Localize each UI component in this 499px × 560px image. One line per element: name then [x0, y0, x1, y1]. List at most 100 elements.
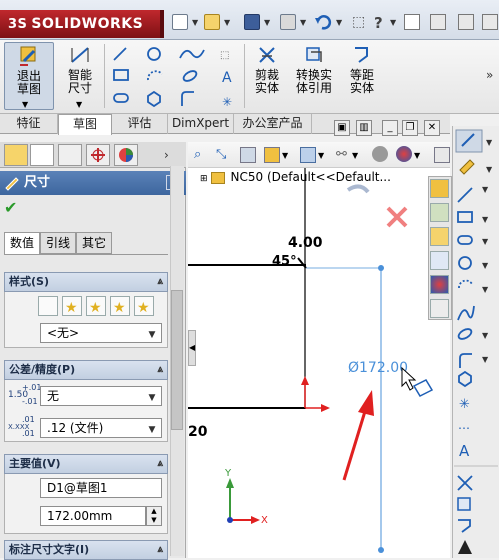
- chevron-down-icon[interactable]: ▼: [482, 215, 489, 224]
- dimxpert-manager-tab-icon[interactable]: [86, 144, 110, 166]
- style-group-header[interactable]: 样式(S) ⩓: [4, 272, 168, 292]
- ok-check-icon[interactable]: ✔: [4, 198, 17, 217]
- chevron-down-icon[interactable]: ▼: [318, 151, 324, 160]
- undo-icon[interactable]: [314, 13, 332, 31]
- primary-value-group-header[interactable]: 主要值(V) ⩓: [4, 454, 168, 474]
- save-style-icon[interactable]: ★: [110, 296, 130, 316]
- dim-handle[interactable]: [378, 265, 384, 271]
- chevron-down-icon[interactable]: ▼: [486, 165, 493, 174]
- open-folder-icon[interactable]: [204, 14, 220, 30]
- right-arc-icon[interactable]: [458, 279, 473, 289]
- circle-tool-icon[interactable]: [147, 47, 161, 61]
- point-tool-icon[interactable]: ✳: [222, 95, 232, 108]
- offset-entities-button[interactable]: 等距实体: [340, 42, 384, 110]
- style-select[interactable]: <无> ▼: [40, 323, 162, 343]
- close-icon[interactable]: ✕: [424, 120, 440, 136]
- chevron-down-icon[interactable]: ▼: [76, 100, 82, 109]
- subtab-other[interactable]: 其它: [76, 232, 112, 254]
- cancel-corner-icon[interactable]: [386, 206, 408, 228]
- delete-style-icon[interactable]: ★: [86, 296, 106, 316]
- right-offset-icon[interactable]: [458, 519, 471, 533]
- design-library-tab-icon[interactable]: [430, 203, 449, 222]
- help-icon[interactable]: ?: [374, 14, 383, 32]
- section-view-icon[interactable]: [264, 147, 280, 163]
- chevron-down-icon[interactable]: ▼: [486, 138, 493, 147]
- chevron-down-icon[interactable]: ▼: [22, 100, 28, 109]
- rebuild-corner-icon[interactable]: [346, 184, 370, 194]
- chevron-down-icon[interactable]: ▼: [482, 285, 489, 294]
- right-rectangle-icon[interactable]: [457, 211, 473, 223]
- text-tool-icon[interactable]: A: [222, 70, 232, 86]
- minimize-icon[interactable]: _: [382, 120, 398, 136]
- zoom-fit-icon[interactable]: ⌕: [194, 147, 210, 163]
- sketch-canvas[interactable]: Ø172.00 4.00 45° 20 Y X: [188, 168, 450, 558]
- subtab-value[interactable]: 数值: [4, 232, 40, 254]
- collapse-icon[interactable]: ⩓: [157, 455, 163, 473]
- view-orientation-icon[interactable]: [300, 147, 316, 163]
- right-ellipse-icon[interactable]: [457, 327, 473, 341]
- right-slot-icon[interactable]: [457, 235, 473, 245]
- chevron-down-icon[interactable]: ▼: [482, 355, 489, 364]
- appearance-icon[interactable]: [396, 146, 412, 162]
- collapse-icon[interactable]: ⩓: [157, 361, 163, 379]
- tab-office-products[interactable]: 办公室产品: [234, 114, 312, 134]
- chevron-down-icon[interactable]: ▼: [482, 237, 489, 246]
- chevron-down-icon[interactable]: ▼: [352, 151, 358, 160]
- dimension-name-field[interactable]: D1@草图1: [40, 478, 162, 498]
- home-tab-icon[interactable]: [430, 179, 449, 198]
- options-icon[interactable]: [404, 14, 420, 30]
- print-icon[interactable]: [280, 14, 296, 30]
- file-explorer-tab-icon[interactable]: [430, 227, 449, 246]
- feature-manager-tab-icon[interactable]: [4, 144, 28, 166]
- value-spinner[interactable]: ▲ ▼: [146, 506, 162, 526]
- chevron-down-icon[interactable]: ▼: [300, 18, 306, 27]
- dim-handle[interactable]: [378, 547, 384, 553]
- chevron-down-icon[interactable]: ▼: [414, 151, 420, 160]
- tolerance-group-header[interactable]: 公差/精度(P) ⩓: [4, 360, 168, 380]
- chevron-down-icon[interactable]: ▼: [482, 185, 489, 194]
- ribbon-overflow-icon[interactable]: »: [486, 68, 493, 82]
- rectangle-tool-icon[interactable]: [113, 69, 129, 81]
- mirror-icon[interactable]: ⬚: [220, 50, 229, 61]
- trim-entities-button[interactable]: 剪裁实体: [246, 42, 288, 110]
- chevron-down-icon[interactable]: ▼: [390, 18, 396, 27]
- chevron-down-icon[interactable]: ▼: [482, 261, 489, 270]
- tangent-arc-icon[interactable]: [147, 70, 163, 81]
- right-point-icon[interactable]: ✳: [459, 397, 470, 412]
- previous-view-icon[interactable]: [240, 147, 256, 163]
- tile-icon[interactable]: ▥: [356, 120, 372, 136]
- arc-tool-icon[interactable]: [179, 49, 205, 59]
- zoom-area-icon[interactable]: ⤡: [216, 147, 232, 163]
- dim-left[interactable]: 20: [188, 424, 208, 440]
- pm-scroll-thumb[interactable]: [171, 290, 183, 430]
- right-convert-icon[interactable]: [457, 497, 471, 511]
- rebuild-icon[interactable]: [430, 14, 446, 30]
- slot-tool-icon[interactable]: [113, 93, 129, 103]
- chevron-down-icon[interactable]: ▼: [145, 326, 159, 340]
- polygon-tool-icon[interactable]: [147, 90, 161, 108]
- fillet-tool-icon[interactable]: [181, 91, 194, 106]
- solidworks-logo[interactable]: 3S SOLIDWORKS: [0, 10, 160, 38]
- hide-show-icon[interactable]: [372, 146, 388, 162]
- collapse-icon[interactable]: ⩓: [157, 273, 163, 291]
- dim-angle[interactable]: 45°: [272, 254, 297, 269]
- configuration-manager-tab-icon[interactable]: [58, 144, 82, 166]
- chevron-down-icon[interactable]: ▼: [145, 421, 159, 435]
- subtab-leaders[interactable]: 引线: [40, 232, 76, 254]
- right-line-icon[interactable]: [457, 187, 473, 203]
- scene-icon[interactable]: [434, 147, 450, 163]
- chevron-right-icon[interactable]: ›: [164, 148, 169, 162]
- restore-icon[interactable]: ❐: [402, 120, 418, 136]
- right-text-icon[interactable]: A: [459, 442, 470, 460]
- select-icon[interactable]: ⬚: [352, 14, 365, 30]
- right-fillet-icon[interactable]: [459, 353, 472, 368]
- chevron-down-icon[interactable]: ▼: [336, 18, 342, 27]
- chevron-down-icon[interactable]: ▼: [282, 151, 288, 160]
- display-style-icon[interactable]: ⚯: [336, 147, 347, 162]
- dim-horizontal[interactable]: 4.00: [288, 235, 323, 251]
- dimension-value-field[interactable]: 172.00mm: [40, 506, 146, 526]
- tab-dimxpert[interactable]: DimXpert: [168, 114, 234, 134]
- right-sketch-icon[interactable]: [455, 129, 483, 153]
- diameter-dimension[interactable]: Ø172.00: [348, 360, 408, 376]
- tab-features[interactable]: 特征: [0, 114, 58, 134]
